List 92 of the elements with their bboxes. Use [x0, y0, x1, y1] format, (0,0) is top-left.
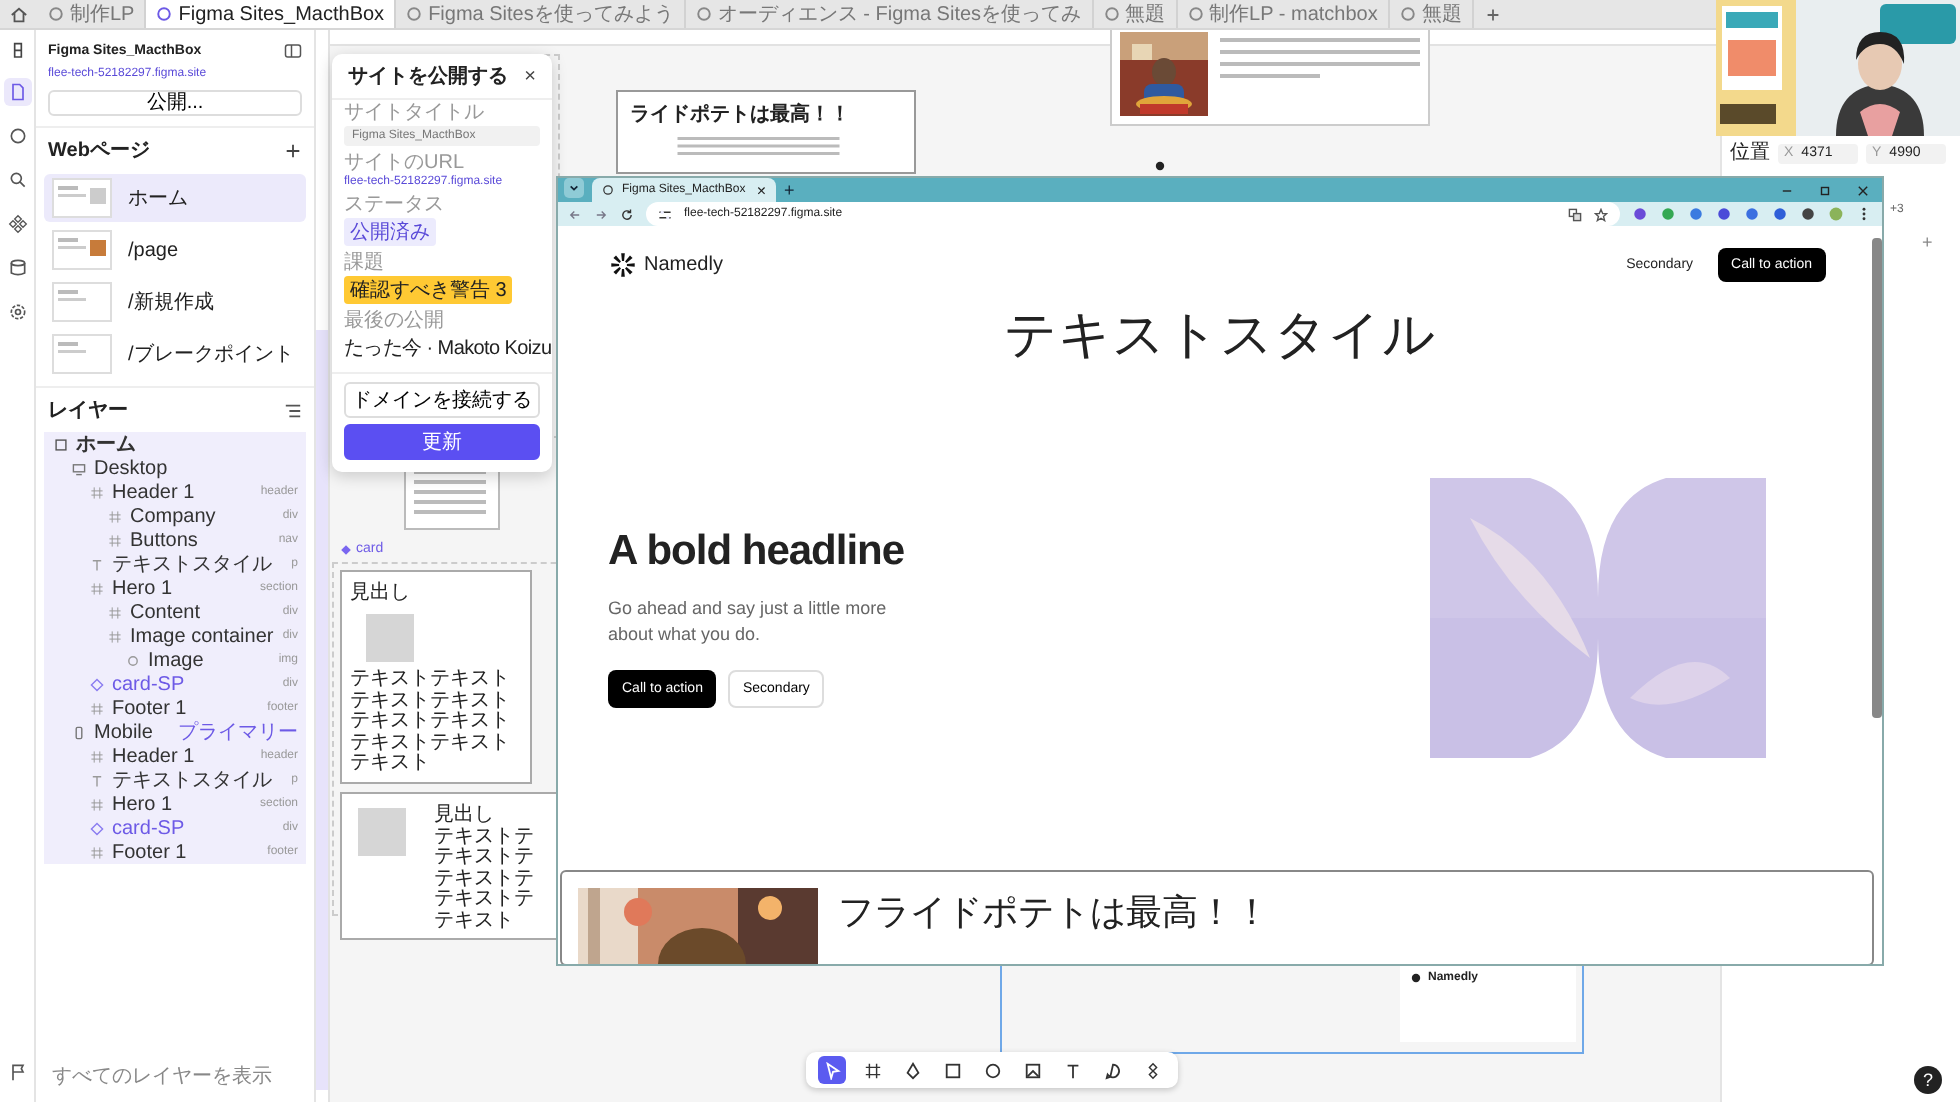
close-button[interactable]: × [524, 65, 536, 87]
frame-icon [108, 533, 122, 547]
update-button[interactable]: 更新 [344, 424, 540, 460]
warning-badge[interactable]: 確認すべき警告 3 [344, 276, 513, 304]
close-tab-button[interactable]: × [756, 181, 766, 199]
component-icon [90, 677, 104, 691]
globe-icon [1103, 6, 1120, 22]
layer-row[interactable]: Desktop [44, 456, 306, 480]
desktop-icon [72, 461, 86, 475]
page-item[interactable]: /新規作成 [44, 278, 306, 326]
layer-row[interactable]: Mobile プライマリー [44, 720, 306, 744]
page-thumbnail-icon [52, 230, 112, 270]
connect-domain-button[interactable]: ドメインを接続する [344, 382, 540, 418]
app-tab[interactable]: Figma Sites_MacthBox [146, 0, 397, 28]
page-item[interactable]: ホーム [44, 174, 306, 222]
show-all-layers-link[interactable]: すべてのレイヤーを表示 [36, 1054, 314, 1102]
hero-text: Go ahead and say just a little more about what you do. [608, 595, 889, 647]
field-value: たった今 · Makoto Koizu [344, 336, 552, 362]
section-title: Webページ [48, 138, 150, 164]
logo-icon [1410, 972, 1422, 984]
field-label: サイトのURL [344, 152, 465, 174]
maximize-icon[interactable] [1818, 183, 1832, 197]
site-settings-icon[interactable] [658, 207, 672, 221]
article-title: ライドポテトは最高！！ [630, 100, 852, 128]
list-icon[interactable] [284, 401, 302, 419]
frame-icon [90, 485, 104, 499]
bookmark-star-icon[interactable] [1594, 207, 1608, 221]
cursor-icon[interactable] [818, 1056, 846, 1084]
publish-button[interactable]: 公開... [48, 90, 302, 116]
hero-headline: A bold headline [608, 527, 907, 576]
status-badge: 公開済み [344, 218, 436, 246]
frame-icon [108, 629, 122, 643]
frame-icon [90, 845, 104, 859]
back-icon[interactable] [568, 207, 582, 221]
frame-icon [90, 581, 104, 595]
globe-icon [48, 6, 64, 22]
home-icon[interactable] [10, 5, 28, 23]
new-tab-button[interactable]: + [784, 180, 795, 200]
globe-icon [1399, 6, 1416, 22]
globe-icon [156, 6, 173, 22]
brand-name[interactable]: Namedly [644, 253, 723, 275]
tab-search-icon[interactable] [564, 178, 584, 198]
text-icon [90, 557, 104, 571]
file-icon[interactable] [3, 78, 31, 106]
page-icon [54, 437, 68, 451]
logo-icon [1154, 160, 1166, 172]
logo-icon[interactable] [610, 251, 636, 277]
close-icon[interactable] [1856, 183, 1870, 197]
image-placeholder [366, 614, 414, 662]
component-icon [340, 543, 352, 555]
page-thumbnail-icon [52, 282, 112, 322]
flag-icon[interactable] [7, 1062, 27, 1082]
card-text: テキストテキスト テキストテキスト テキストテキスト テキストテキスト テキスト [350, 670, 512, 775]
frame-icon [108, 605, 122, 619]
page-thumbnail-icon [52, 334, 112, 374]
page-thumbnail-icon [52, 178, 112, 218]
new-tab-icon[interactable] [1483, 5, 1502, 23]
add-button[interactable]: + [1922, 232, 1952, 252]
field-label: ステータス [344, 194, 444, 216]
reload-icon[interactable] [620, 207, 634, 221]
frame-icon [90, 749, 104, 763]
card-heading: 見出し [434, 801, 496, 827]
globe-icon [1187, 6, 1204, 22]
field-label: サイトタイトル [344, 102, 484, 124]
page-item[interactable]: /ブレークポイント [44, 330, 306, 378]
field-label: 最後の公開 [344, 310, 444, 332]
frame-icon [90, 701, 104, 715]
globe-icon [602, 184, 614, 196]
section-title: 位置 [1730, 142, 1770, 164]
globe-icon [406, 6, 423, 22]
frame-icon [108, 509, 122, 523]
frame-icon [90, 797, 104, 811]
dialog-title: サイトを公開する [348, 63, 508, 90]
globe-icon [695, 6, 712, 22]
component-icon [90, 821, 104, 835]
text-icon [90, 773, 104, 787]
field-label: 課題 [344, 252, 384, 274]
sidebar-toggle-icon[interactable] [284, 42, 302, 60]
card-heading: 見出し [350, 579, 412, 606]
translate-icon[interactable] [1568, 207, 1582, 221]
section-title: レイヤー [48, 398, 128, 424]
forward-icon[interactable] [594, 207, 608, 221]
page-item[interactable]: /page [44, 226, 306, 274]
page-heading: テキストスタイル [1002, 302, 1438, 366]
mobile-icon [72, 725, 86, 739]
image-placeholder [358, 807, 406, 855]
layer-row[interactable]: ホーム [44, 432, 306, 456]
add-icon[interactable] [284, 141, 302, 159]
card-text: テキストテ テキストテ テキストテ テキストテ テキスト [434, 827, 534, 932]
component-icon[interactable] [3, 210, 31, 238]
article-title: フライドポテトは最高！！ [838, 890, 1270, 936]
image-icon [126, 653, 140, 667]
